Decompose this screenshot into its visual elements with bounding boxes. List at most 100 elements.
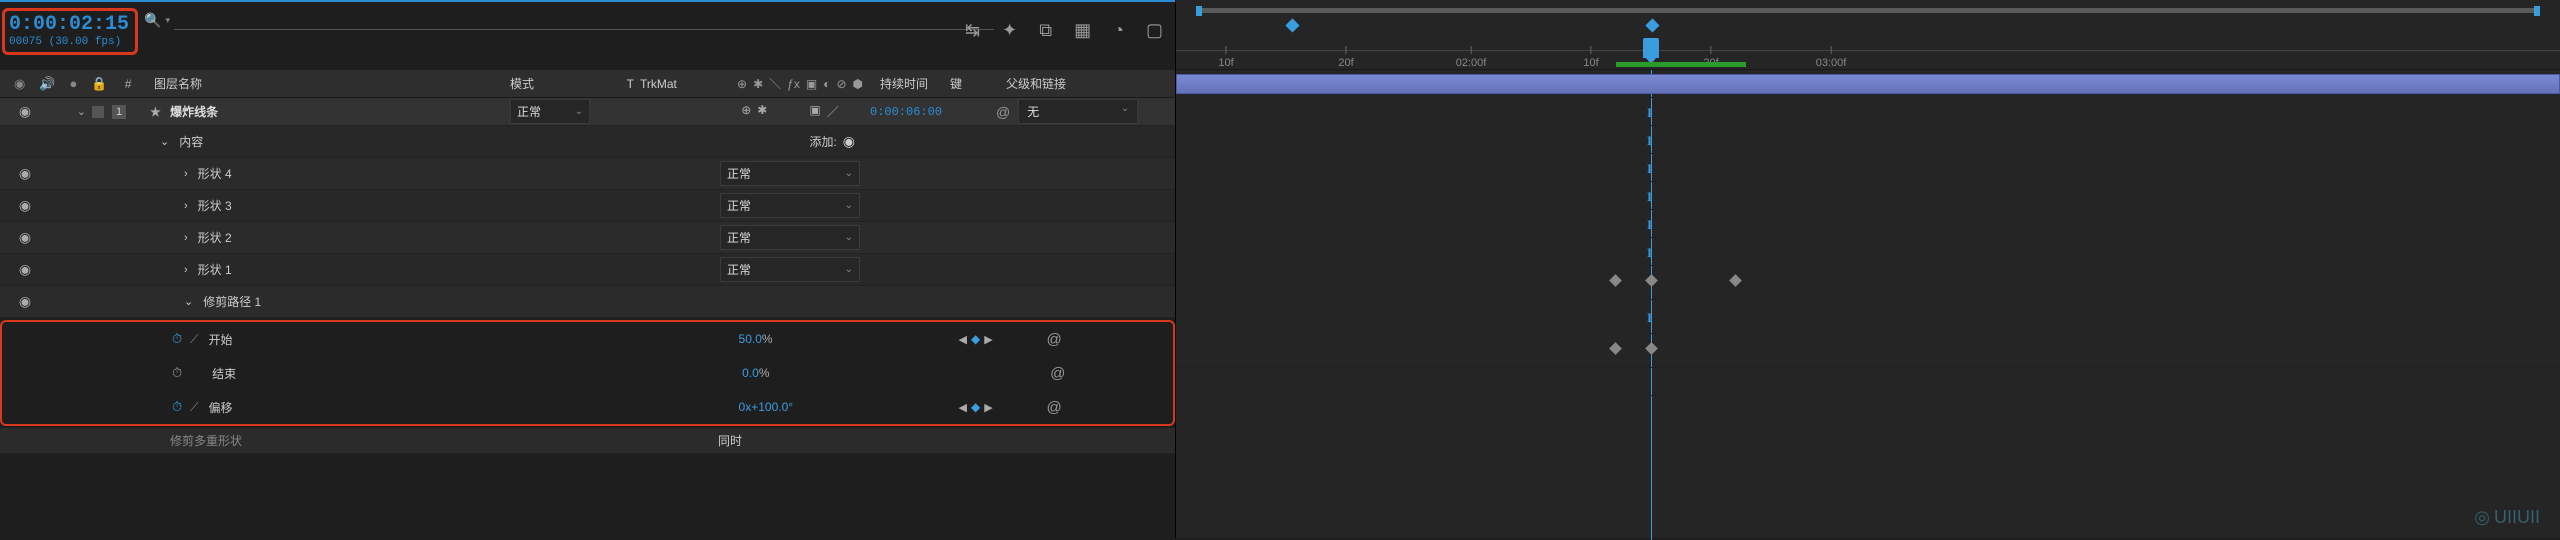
visibility-icon[interactable]: ◉ [19, 229, 31, 246]
timeline-keyframe-row[interactable] [1176, 266, 2560, 300]
pickwhip-icon[interactable]: @ [1050, 365, 1065, 382]
graph-editor-icon[interactable]: ◔ [1113, 20, 1124, 41]
work-area-end[interactable] [2534, 6, 2540, 16]
visibility-icon[interactable]: ◉ [19, 165, 31, 182]
keyframe-diamond-icon[interactable]: ◆ [971, 400, 980, 414]
timeline-row[interactable]: I [1176, 210, 2560, 238]
shy-icon[interactable]: ↹ [965, 20, 980, 41]
offset-value[interactable]: 0x+100.0° [739, 400, 959, 414]
solo-toggle-icon[interactable]: ● [70, 76, 78, 92]
shape-row[interactable]: ◉ › 形状 4 正常 ⌄ [0, 158, 1175, 190]
video-toggle-icon[interactable]: ◉ [14, 76, 25, 92]
keyframe-nav[interactable]: ◀ ◆ ▶ [959, 400, 1029, 414]
timecode-sub: 00075 (30.00 fps) [9, 36, 129, 48]
twirl-closed-icon[interactable]: › [184, 168, 188, 180]
shape-mode-dropdown[interactable]: 正常 ⌄ [720, 193, 860, 218]
twirl-closed-icon[interactable]: › [184, 200, 188, 212]
layer-name[interactable]: 爆炸线条 [170, 105, 218, 119]
pickwhip-icon[interactable]: @ [996, 104, 1010, 120]
contents-group-row[interactable]: ⌄ 内容 添加: ◉ [0, 126, 1175, 158]
prev-key-icon[interactable]: ◀ [959, 333, 967, 346]
keyframe[interactable] [1645, 274, 1658, 287]
visibility-icon[interactable]: ◉ [19, 261, 31, 278]
timeline-row[interactable]: I [1176, 238, 2560, 266]
trim-multi-value[interactable]: 同时 [718, 432, 742, 449]
pickwhip-icon[interactable]: @ [1047, 399, 1062, 416]
trim-multiple-row[interactable]: 修剪多重形状 同时 [0, 428, 1175, 454]
next-key-icon[interactable]: ▶ [984, 401, 992, 414]
twirl-open-icon[interactable]: ⌄ [184, 295, 193, 308]
timeline-row[interactable] [1176, 368, 2560, 396]
timecode-main[interactable]: 0:00:02:15 [9, 13, 129, 36]
end-value[interactable]: 0.0% [742, 366, 962, 380]
shape-row[interactable]: ◉ › 形状 3 正常 ⌄ [0, 190, 1175, 222]
time-ruler[interactable]: 10f 20f 02:00f 10f 20f 03:00f [1176, 0, 2560, 70]
trim-paths-group[interactable]: ◉ ⌄ 修剪路径 1 [0, 286, 1175, 318]
keyframe-nav[interactable]: ◀ ◆ ▶ [959, 332, 1029, 346]
color-label[interactable] [92, 106, 104, 118]
next-key-icon[interactable]: ▶ [984, 333, 992, 346]
keyframe[interactable] [1729, 274, 1742, 287]
playhead[interactable] [1643, 38, 1659, 58]
twirl-closed-icon[interactable]: › [184, 232, 188, 244]
offset-property-row[interactable]: ⏱ ⟋ 偏移 0x+100.0° ◀ ◆ ▶ @ [2, 390, 1173, 424]
lock-toggle-icon[interactable]: 🔒 [91, 76, 107, 92]
keyframe[interactable] [1609, 342, 1622, 355]
marker-icon[interactable] [1645, 18, 1659, 32]
shape-row[interactable]: ◉ › 形状 2 正常 ⌄ [0, 222, 1175, 254]
visibility-icon[interactable]: ◉ [19, 197, 31, 214]
layer-bar[interactable] [1176, 74, 2560, 94]
timeline-row[interactable]: I [1176, 154, 2560, 182]
search-caret[interactable]: ▾ [165, 15, 170, 26]
add-button-icon[interactable]: ◉ [843, 133, 855, 150]
twirl-open-icon[interactable]: ⌄ [77, 105, 86, 118]
keyframe[interactable] [1609, 274, 1622, 287]
prev-key-icon[interactable]: ◀ [959, 401, 967, 414]
stopwatch-icon[interactable]: ⏱ [172, 331, 182, 347]
duration-value[interactable]: 0:00:06:00 [870, 105, 950, 119]
timeline-layer-bar-row[interactable] [1176, 70, 2560, 98]
audio-toggle-icon[interactable]: 🔊 [39, 76, 55, 92]
timeline-row[interactable]: I [1176, 300, 2560, 334]
twirl-closed-icon[interactable]: › [184, 264, 188, 276]
search-input[interactable] [174, 28, 994, 30]
draft3d-icon[interactable]: ✦ [1002, 20, 1017, 41]
graph-icon[interactable]: ⟋ [190, 400, 198, 415]
graph-icon[interactable]: ⟋ [190, 332, 198, 347]
visibility-icon[interactable]: ◉ [19, 103, 31, 120]
keyframe-diamond-icon[interactable]: ◆ [971, 332, 980, 346]
timeline-row[interactable]: I [1176, 98, 2560, 126]
pickwhip-icon[interactable]: @ [1047, 331, 1062, 348]
render-icon[interactable]: ▢ [1146, 20, 1163, 41]
timeline-row[interactable]: I [1176, 126, 2560, 154]
stopwatch-icon[interactable]: ⏱ [172, 365, 182, 381]
search-icon[interactable]: 🔍 [144, 12, 161, 29]
chevron-down-icon: ⌄ [575, 106, 583, 117]
shape-mode-dropdown[interactable]: 正常 ⌄ [720, 161, 860, 186]
stopwatch-icon[interactable]: ⏱ [172, 399, 182, 415]
col-duration: 持续时间 [880, 75, 950, 92]
frameblend-icon[interactable]: ⧉ [1039, 20, 1052, 41]
layer-row[interactable]: ◉ ⌄ 1 ★ 爆炸线条 正常 ⌄ ⊕✱ ▣／ 0:00:06:00 [0, 98, 1175, 126]
timecode-box[interactable]: 0:00:02:15 00075 (30.00 fps) [2, 8, 138, 55]
shape-row[interactable]: ◉ › 形状 1 正常 ⌄ [0, 254, 1175, 286]
parent-dropdown[interactable]: 无 ⌄ [1018, 99, 1138, 124]
start-value[interactable]: 50.0% [739, 332, 959, 346]
marker-icon[interactable] [1285, 18, 1299, 32]
twirl-open-icon[interactable]: ⌄ [160, 135, 169, 148]
work-area-bar[interactable] [1196, 8, 2540, 13]
start-property-row[interactable]: ⏱ ⟋ 开始 50.0% ◀ ◆ ▶ @ [2, 322, 1173, 356]
timeline-row[interactable]: I [1176, 182, 2560, 210]
trim-paths-label: 修剪路径 1 [203, 293, 440, 310]
timeline-keyframe-row[interactable] [1176, 334, 2560, 368]
visibility-icon[interactable]: ◉ [19, 293, 31, 310]
motionblur-icon[interactable]: ▦ [1074, 20, 1091, 41]
shape-mode-dropdown[interactable]: 正常 ⌄ [720, 225, 860, 250]
shape-mode-dropdown[interactable]: 正常 ⌄ [720, 257, 860, 282]
keyframe[interactable] [1645, 342, 1658, 355]
work-area-start[interactable] [1196, 6, 1202, 16]
end-property-row[interactable]: ⏱ 结束 0.0% @ [2, 356, 1173, 390]
contents-label: 内容 [179, 133, 710, 150]
shape-name: 形状 1 [198, 261, 720, 278]
blend-mode-dropdown[interactable]: 正常 ⌄ [510, 99, 590, 124]
